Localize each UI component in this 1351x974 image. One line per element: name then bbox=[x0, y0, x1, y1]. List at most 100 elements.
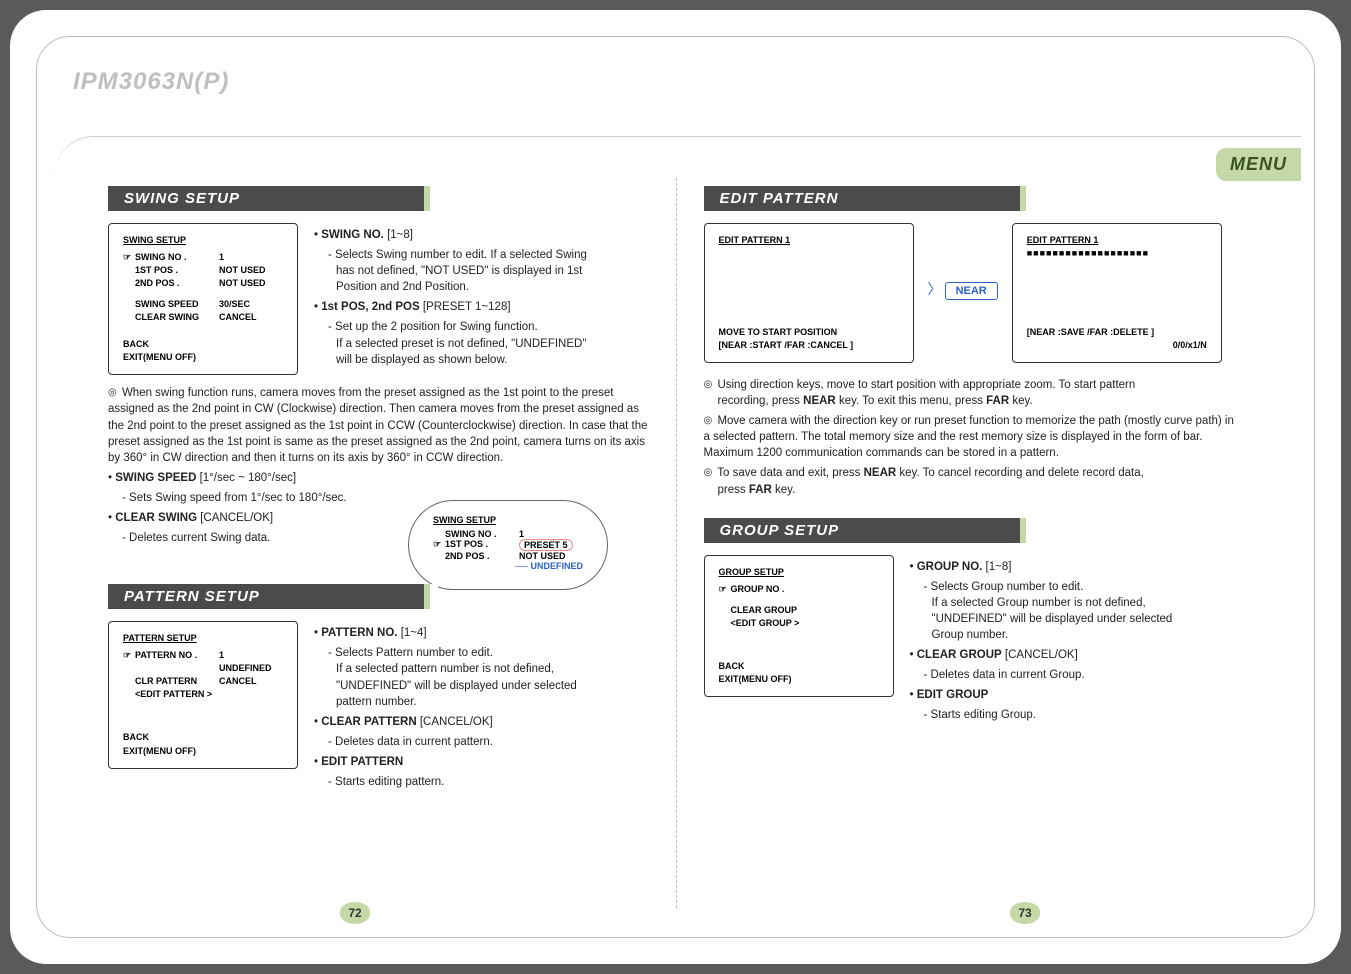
bullet-desc: will be displayed as shown below. bbox=[314, 352, 648, 368]
paragraph-text: When swing function runs, camera moves f… bbox=[108, 387, 648, 463]
osd-key: 1ST POS . bbox=[135, 264, 219, 277]
undefined-label: UNDEFINED bbox=[530, 561, 583, 571]
bullet-range: [CANCEL/OK] bbox=[200, 512, 273, 524]
osd-exit: EXIT(MENU OFF) bbox=[123, 745, 283, 758]
bullet-range: [1~4] bbox=[401, 627, 427, 639]
osd-val: 1 bbox=[219, 251, 283, 264]
ring-icon: ◎ bbox=[704, 414, 713, 428]
hand-icon: ☞ bbox=[123, 251, 135, 264]
osd-status: 0/0/x1/N bbox=[1027, 339, 1207, 352]
osd-back: BACK bbox=[123, 338, 283, 351]
osd-val: CANCEL bbox=[219, 675, 283, 688]
osd-val: NOT USED bbox=[219, 277, 283, 290]
bullet-title: CLEAR GROUP bbox=[917, 649, 1002, 661]
osd-back: BACK bbox=[719, 660, 879, 673]
osd-key: 1ST POS . bbox=[445, 539, 519, 551]
bullet-title: EDIT GROUP bbox=[917, 689, 989, 701]
bullet-desc: If a selected preset is not defined, "UN… bbox=[314, 336, 648, 352]
osd-key: 2ND POS . bbox=[135, 277, 219, 290]
osd-val: NOT USED bbox=[519, 551, 583, 561]
left-column: SWING SETUP SWING SETUP ☞SWING NO .1 1ST… bbox=[108, 178, 648, 900]
bullet-desc: - Starts editing pattern. bbox=[314, 774, 648, 790]
bullet-title: SWING NO. bbox=[321, 229, 384, 241]
osd-key: <EDIT PATTERN > bbox=[135, 688, 283, 701]
bullet-range: [1~8] bbox=[986, 561, 1012, 573]
ring-icon: ◎ bbox=[704, 466, 713, 480]
pattern-osd-title: PATTERN SETUP bbox=[123, 632, 283, 645]
bullet-title: PATTERN NO. bbox=[321, 627, 397, 639]
osd-exit: EXIT(MENU OFF) bbox=[719, 673, 879, 686]
hand-icon: ☞ bbox=[719, 583, 731, 596]
osd-key: 2ND POS . bbox=[445, 551, 519, 561]
osd-key: CLR PATTERN bbox=[135, 675, 219, 688]
osd-key: SWING NO . bbox=[445, 529, 519, 539]
group-osd-title: GROUP SETUP bbox=[719, 566, 879, 579]
pattern-row: PATTERN SETUP ☞PATTERN NO .1 UNDEFINED C… bbox=[108, 621, 648, 790]
bullet-range: [1~8] bbox=[387, 229, 413, 241]
columns: SWING SETUP SWING SETUP ☞SWING NO .1 1ST… bbox=[108, 178, 1243, 900]
bullet-title: CLEAR PATTERN bbox=[321, 716, 416, 728]
bullet-desc: - Starts editing Group. bbox=[910, 707, 1244, 723]
right-column: EDIT PATTERN EDIT PATTERN 1 MOVE TO STAR… bbox=[704, 178, 1244, 900]
bullet-title: 1st POS, 2nd POS bbox=[321, 301, 419, 313]
group-bullets: • GROUP NO. [1~8] - Selects Group number… bbox=[910, 555, 1244, 724]
osd-val: 1 bbox=[219, 649, 283, 662]
page-frame: IPM3063N(P) MENU SWING SETUP SWING SETUP… bbox=[10, 10, 1341, 964]
bullet-desc: "UNDEFINED" will be displayed under sele… bbox=[910, 611, 1244, 627]
near-arrow-icon: 〉 bbox=[928, 281, 942, 297]
paragraph-text: recording, press NEAR key. To exit this … bbox=[704, 395, 1033, 407]
paragraph-text: press FAR key. bbox=[704, 484, 796, 496]
edit-pattern-heading: EDIT PATTERN bbox=[704, 186, 1034, 211]
bullet-range: [PRESET 1~128] bbox=[423, 301, 511, 313]
edit-pattern-osd-right: EDIT PATTERN 1 ■■■■■■■■■■■■■■■■■■■ [NEAR… bbox=[1012, 223, 1222, 363]
pattern-bullets: • PATTERN NO. [1~4] - Selects Pattern nu… bbox=[314, 621, 648, 790]
group-setup-heading: GROUP SETUP bbox=[704, 518, 1034, 543]
near-indicator: 〉 NEAR bbox=[928, 223, 998, 300]
osd-val: CANCEL bbox=[219, 311, 283, 324]
osd-title: EDIT PATTERN 1 bbox=[719, 234, 899, 247]
bullet-title: CLEAR SWING bbox=[115, 512, 197, 524]
paragraph-text: To save data and exit, press NEAR key. T… bbox=[717, 467, 1144, 479]
page-number-left: 72 bbox=[340, 902, 370, 924]
near-tag: NEAR bbox=[945, 282, 998, 300]
ring-icon: ◎ bbox=[108, 386, 117, 400]
hand-icon: ☞ bbox=[123, 649, 135, 662]
menu-tab: MENU bbox=[1216, 148, 1301, 181]
mini-title: SWING SETUP bbox=[433, 515, 583, 525]
edit-pattern-osd-left: EDIT PATTERN 1 MOVE TO START POSITION [N… bbox=[704, 223, 914, 363]
group-row: GROUP SETUP ☞GROUP NO . CLEAR GROUP <EDI… bbox=[704, 555, 1244, 724]
osd-key: CLEAR GROUP bbox=[731, 604, 879, 617]
bullet-range: [CANCEL/OK] bbox=[420, 716, 493, 728]
header-curve bbox=[54, 136, 1301, 176]
bullet-desc: - Selects Swing number to edit. If a sel… bbox=[314, 247, 648, 263]
bullet-desc: - Selects Group number to edit. bbox=[910, 579, 1244, 595]
preset-pill: PRESET 5 bbox=[519, 539, 573, 551]
osd-key: GROUP NO . bbox=[731, 583, 879, 596]
osd-val: NOT USED bbox=[219, 264, 283, 277]
bullet-title: GROUP NO. bbox=[917, 561, 983, 573]
swing-top-row: SWING SETUP ☞SWING NO .1 1ST POS .NOT US… bbox=[108, 223, 648, 375]
bullet-desc: - Set up the 2 position for Swing functi… bbox=[314, 319, 648, 335]
osd-val: 1 bbox=[519, 529, 583, 539]
hand-icon: ☞ bbox=[433, 539, 445, 551]
bullet-desc: "UNDEFINED" will be displayed under sele… bbox=[314, 678, 648, 694]
bullet-desc: - Deletes data in current pattern. bbox=[314, 734, 648, 750]
osd-key: SWING NO . bbox=[135, 251, 219, 264]
ring-icon: ◎ bbox=[704, 378, 713, 392]
osd-key: PATTERN NO . bbox=[135, 649, 219, 662]
header: IPM3063N(P) bbox=[73, 68, 1278, 132]
pattern-osd-box: PATTERN SETUP ☞PATTERN NO .1 UNDEFINED C… bbox=[108, 621, 298, 768]
page-number-right: 73 bbox=[1010, 902, 1040, 924]
osd-keys-line: [NEAR :START /FAR :CANCEL ] bbox=[719, 339, 899, 352]
bullet-desc: If a selected Group number is not define… bbox=[910, 595, 1244, 611]
osd-back: BACK bbox=[123, 731, 283, 744]
swing-osd-box: SWING SETUP ☞SWING NO .1 1ST POS .NOT US… bbox=[108, 223, 298, 375]
bullet-desc: pattern number. bbox=[314, 694, 648, 710]
paragraph-text: Using direction keys, move to start posi… bbox=[717, 379, 1135, 391]
osd-keys-line: [NEAR :SAVE /FAR :DELETE ] bbox=[1027, 326, 1207, 339]
osd-move-line: MOVE TO START POSITION bbox=[719, 326, 899, 339]
osd-title: EDIT PATTERN 1 bbox=[1027, 234, 1207, 247]
swing-setup-heading: SWING SETUP bbox=[108, 186, 438, 211]
edit-pattern-pair: EDIT PATTERN 1 MOVE TO START POSITION [N… bbox=[704, 223, 1244, 363]
bullet-desc: - Deletes data in current Group. bbox=[910, 667, 1244, 683]
